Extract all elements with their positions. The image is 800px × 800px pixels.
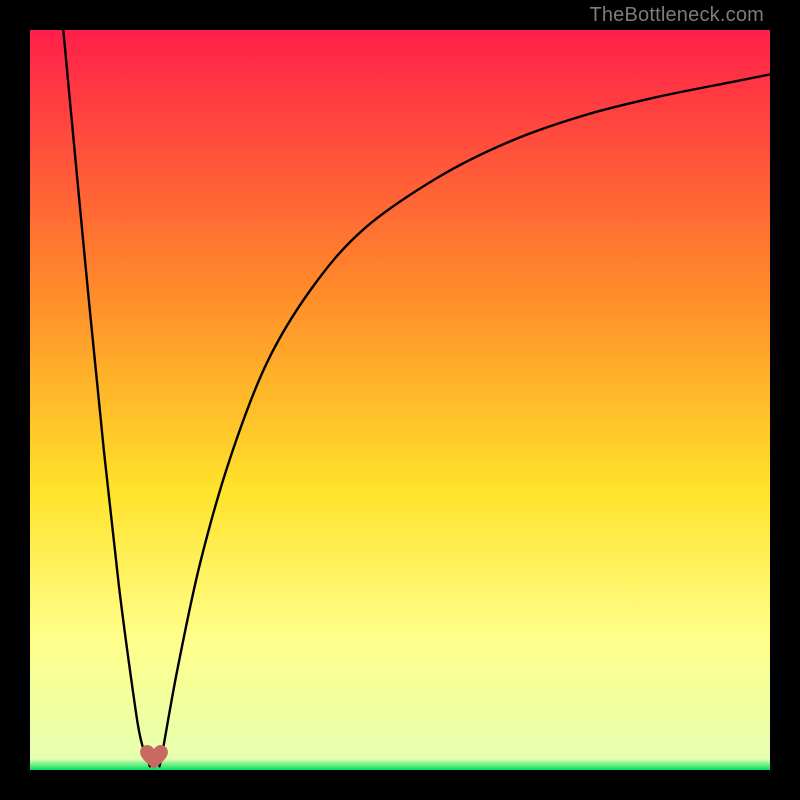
heart-marker-icon (139, 745, 169, 770)
watermark-text: TheBottleneck.com (589, 4, 764, 27)
curve-right-branch (160, 74, 771, 766)
plot-area (30, 30, 770, 770)
chart-frame: TheBottleneck.com (0, 0, 800, 800)
curve-left-branch (63, 30, 150, 766)
bottleneck-curve (30, 30, 770, 770)
